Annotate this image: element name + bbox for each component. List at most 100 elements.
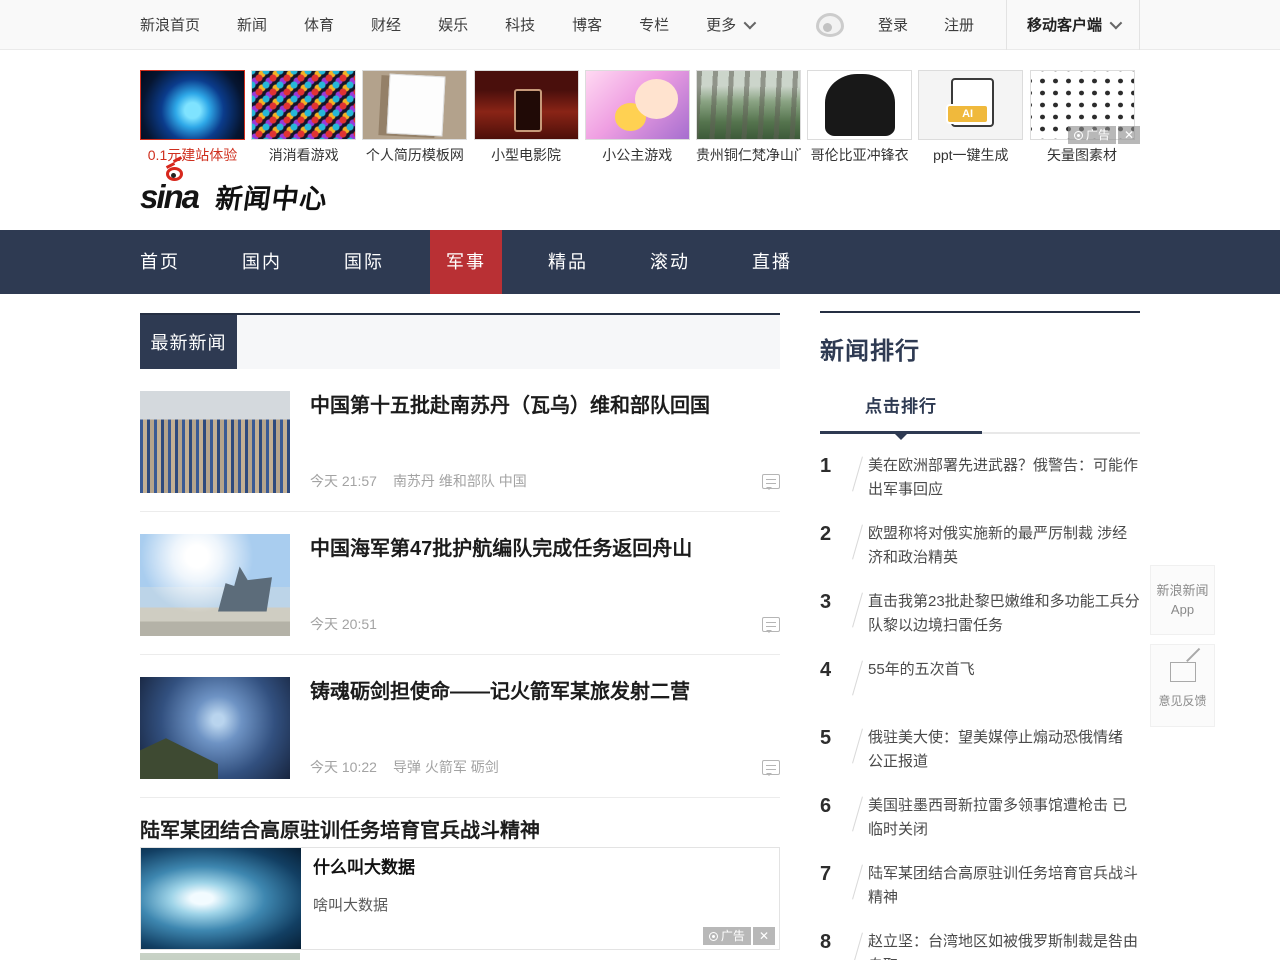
comment-icon[interactable] [762,617,780,632]
nav-item-domestic[interactable]: 国内 [226,230,298,294]
sina-logo[interactable]: sina [140,180,198,213]
ad-caption: 贵州铜仁梵净山门 [696,145,801,165]
nav-item-featured[interactable]: 精品 [532,230,604,294]
ad-caption: ppt一键生成 [918,145,1023,165]
news-thumbnail-peacekeepers[interactable] [140,391,290,493]
rank-number: 7 [820,862,846,910]
ad-caption: 消消看游戏 [251,145,356,165]
ranking-list: 1 美在欧洲部署先进武器？俄警告：可能作出军事回应 2 欧盟称将对俄实施新的最严… [820,454,1140,960]
ad-card-website-trial[interactable]: 0.1元建站体验 [140,70,251,162]
ad-card-mountain-ticket[interactable]: 贵州铜仁梵净山门 [696,70,807,162]
mobile-client-menu[interactable]: 移动客户端 [1006,0,1140,50]
ad-card-ppt-ai[interactable]: AI ppt一键生成 [918,70,1029,162]
news-thumbnail-aircraft[interactable] [140,953,300,960]
floating-rail: 新浪新闻 App 意见反馈 [1150,565,1215,736]
slash-divider [846,794,868,842]
ad-card-match-game[interactable]: 消消看游戏 [251,70,362,162]
ad-caption: 矢量图素材 [1030,145,1135,165]
ad-subtitle: 啥叫大数据 [313,894,415,915]
ad-strip-controls: 广告 ✕ [1068,126,1140,144]
top-link-finance[interactable]: 财经 [371,14,401,35]
feedback-button[interactable]: 意见反馈 [1150,644,1215,727]
news-thumbnail-navy-ship[interactable] [140,534,290,636]
site-name[interactable]: 新闻中心 [213,177,330,216]
ad-card-princess-game[interactable]: 小公主游戏 [585,70,696,162]
top-account-area: 登录 注册 移动客户端 [816,0,1140,50]
slash-divider [846,590,868,638]
top-link-column[interactable]: 专栏 [639,14,669,35]
top-link-entertainment[interactable]: 娱乐 [438,14,468,35]
news-title[interactable]: 陆军某团结合高原驻训任务培育官兵战斗精神 [140,814,780,843]
rank-number: 8 [820,930,846,960]
ad-card-vector-icons[interactable]: 矢量图素材 [1030,70,1141,162]
ranking-text: 美国驻墨西哥新拉雷多领事馆遭枪击 已临时关闭 [868,794,1140,842]
ranking-item[interactable]: 7 陆军某团结合高原驻训任务培育官兵战斗精神 [820,862,1140,910]
news-tags[interactable]: 南苏丹 维和部队 中国 [393,471,527,491]
nav-item-rolling[interactable]: 滚动 [634,230,706,294]
ad-info-button[interactable]: 广告 [703,927,751,945]
app-label-line1: 新浪新闻 [1153,581,1212,600]
top-link-sports[interactable]: 体育 [304,14,334,35]
ad-thumbnail-jacket [807,70,912,140]
top-link-blog[interactable]: 博客 [572,14,602,35]
ad-card-jacket[interactable]: 哥伦比亚冲锋衣 [807,70,918,162]
tab-latest-news[interactable]: 最新新闻 [140,315,237,369]
comment-icon[interactable] [762,760,780,775]
ad-strip-close-icon[interactable]: ✕ [1118,126,1140,144]
top-link-tech[interactable]: 科技 [505,14,535,35]
rank-number: 4 [820,658,846,706]
news-title[interactable]: 铸魂砺剑担使命——记火箭军某旅发射二营 [310,679,780,705]
news-thumbnail-missile-launcher[interactable] [140,677,290,779]
ad-label: 广告 [721,927,745,945]
ranking-item[interactable]: 2 欧盟称将对俄实施新的最严厉制裁 涉经济和政治精英 [820,522,1140,570]
chevron-down-icon [744,17,757,30]
news-item: 中国海军第47批护航编队完成任务返回舟山 今天 20:51 [140,512,780,655]
ranking-item[interactable]: 1 美在欧洲部署先进武器？俄警告：可能作出军事回应 [820,454,1140,502]
rank-number: 1 [820,454,846,502]
register-link[interactable]: 注册 [944,14,974,35]
ranking-item[interactable]: 6 美国驻墨西哥新拉雷多领事馆遭枪击 已临时关闭 [820,794,1140,842]
news-body: 中国海军第47批护航编队完成任务返回舟山 今天 20:51 [310,534,780,636]
ranking-text: 直击我第23批赴黎巴嫩维和多功能工兵分队黎以边境扫雷任务 [868,590,1140,638]
nav-item-military[interactable]: 军事 [430,230,502,294]
ad-eye-icon [1074,131,1083,140]
rank-number: 2 [820,522,846,570]
ranking-item[interactable]: 8 赵立坚：台湾地区如被俄罗斯制裁是咎由自取 [820,930,1140,960]
ranking-item[interactable]: 5 俄驻美大使：望美媒停止煽动恐俄情绪 公正报道 [820,726,1140,774]
ad-caption: 哥伦比亚冲锋衣 [807,145,912,165]
ad-card-mini-cinema[interactable]: 小型电影院 [474,70,585,162]
sina-news-app-button[interactable]: 新浪新闻 App [1150,565,1215,635]
rank-number: 3 [820,590,846,638]
inline-ad-box[interactable]: 什么叫大数据 啥叫大数据 广告 ✕ [140,847,780,950]
ad-thumbnail-mountain [696,70,801,140]
sina-eye-avatar-icon[interactable] [816,13,844,37]
top-link-news[interactable]: 新闻 [237,14,267,35]
sina-wordmark: sina [140,180,198,213]
news-column: 最新新闻 中国第十五批赴南苏丹（瓦乌）维和部队回国 今天 21:57 南苏丹 维… [140,313,780,960]
ad-box-close-icon[interactable]: ✕ [753,927,775,945]
ad-info-button[interactable]: 广告 [1068,126,1116,144]
ad-caption: 小公主游戏 [585,145,690,165]
sina-eye-icon [166,167,183,181]
ad-label: 广告 [1086,126,1110,144]
top-link-more[interactable]: 更多 [706,14,753,35]
feedback-label: 意见反馈 [1153,692,1212,711]
tab-click-ranking[interactable]: 点击排行 [820,392,982,432]
news-tags[interactable]: 导弹 火箭军 砺剑 [393,757,499,777]
ad-card-resume-template[interactable]: 个人简历模板网 [362,70,473,162]
ranking-item[interactable]: 4 55年的五次首飞 [820,658,1140,706]
news-title[interactable]: 中国海军第47批护航编队完成任务返回舟山 [310,536,780,562]
news-title[interactable]: 中国第十五批赴南苏丹（瓦乌）维和部队回国 [310,393,780,419]
nav-item-live[interactable]: 直播 [736,230,808,294]
comment-icon[interactable] [762,474,780,489]
nav-item-international[interactable]: 国际 [328,230,400,294]
ad-box-controls: 广告 ✕ [703,927,775,945]
ad-thumbnail-cube [140,70,245,140]
ranking-item[interactable]: 3 直击我第23批赴黎巴嫩维和多功能工兵分队黎以边境扫雷任务 [820,590,1140,638]
login-link[interactable]: 登录 [878,14,908,35]
top-link-sina-home[interactable]: 新浪首页 [140,14,200,35]
ad-eye-icon [709,932,718,941]
ad-caption: 0.1元建站体验 [140,145,245,165]
nav-item-home[interactable]: 首页 [124,230,196,294]
ad-title[interactable]: 什么叫大数据 [313,853,415,878]
